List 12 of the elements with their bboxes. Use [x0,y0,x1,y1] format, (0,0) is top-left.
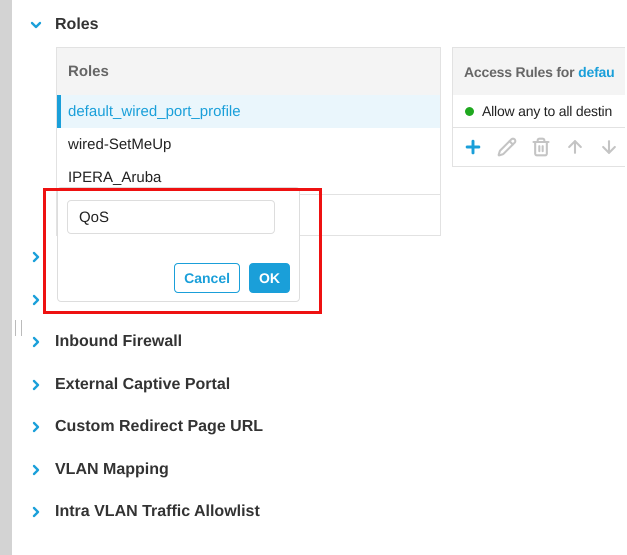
section-title[interactable]: Roles [55,16,99,34]
section-title[interactable]: Custom Redirect Page URL [55,418,264,436]
section-title[interactable]: VLAN Mapping [55,460,169,479]
role-name-input[interactable]: QoS [67,200,275,234]
panel-header: Roles [57,48,440,95]
add-icon[interactable] [463,137,483,157]
section-title[interactable]: External Captive Portal [55,376,230,394]
section-title[interactable]: Inbound Firewall [55,333,182,352]
section-title[interactable]: Intra VLAN Traffic Allowlist [55,503,260,522]
panel-header: Access Rules for defau [453,48,625,95]
resize-handle[interactable] [15,320,22,336]
rule-text[interactable]: Allow any to all destin [482,103,612,119]
